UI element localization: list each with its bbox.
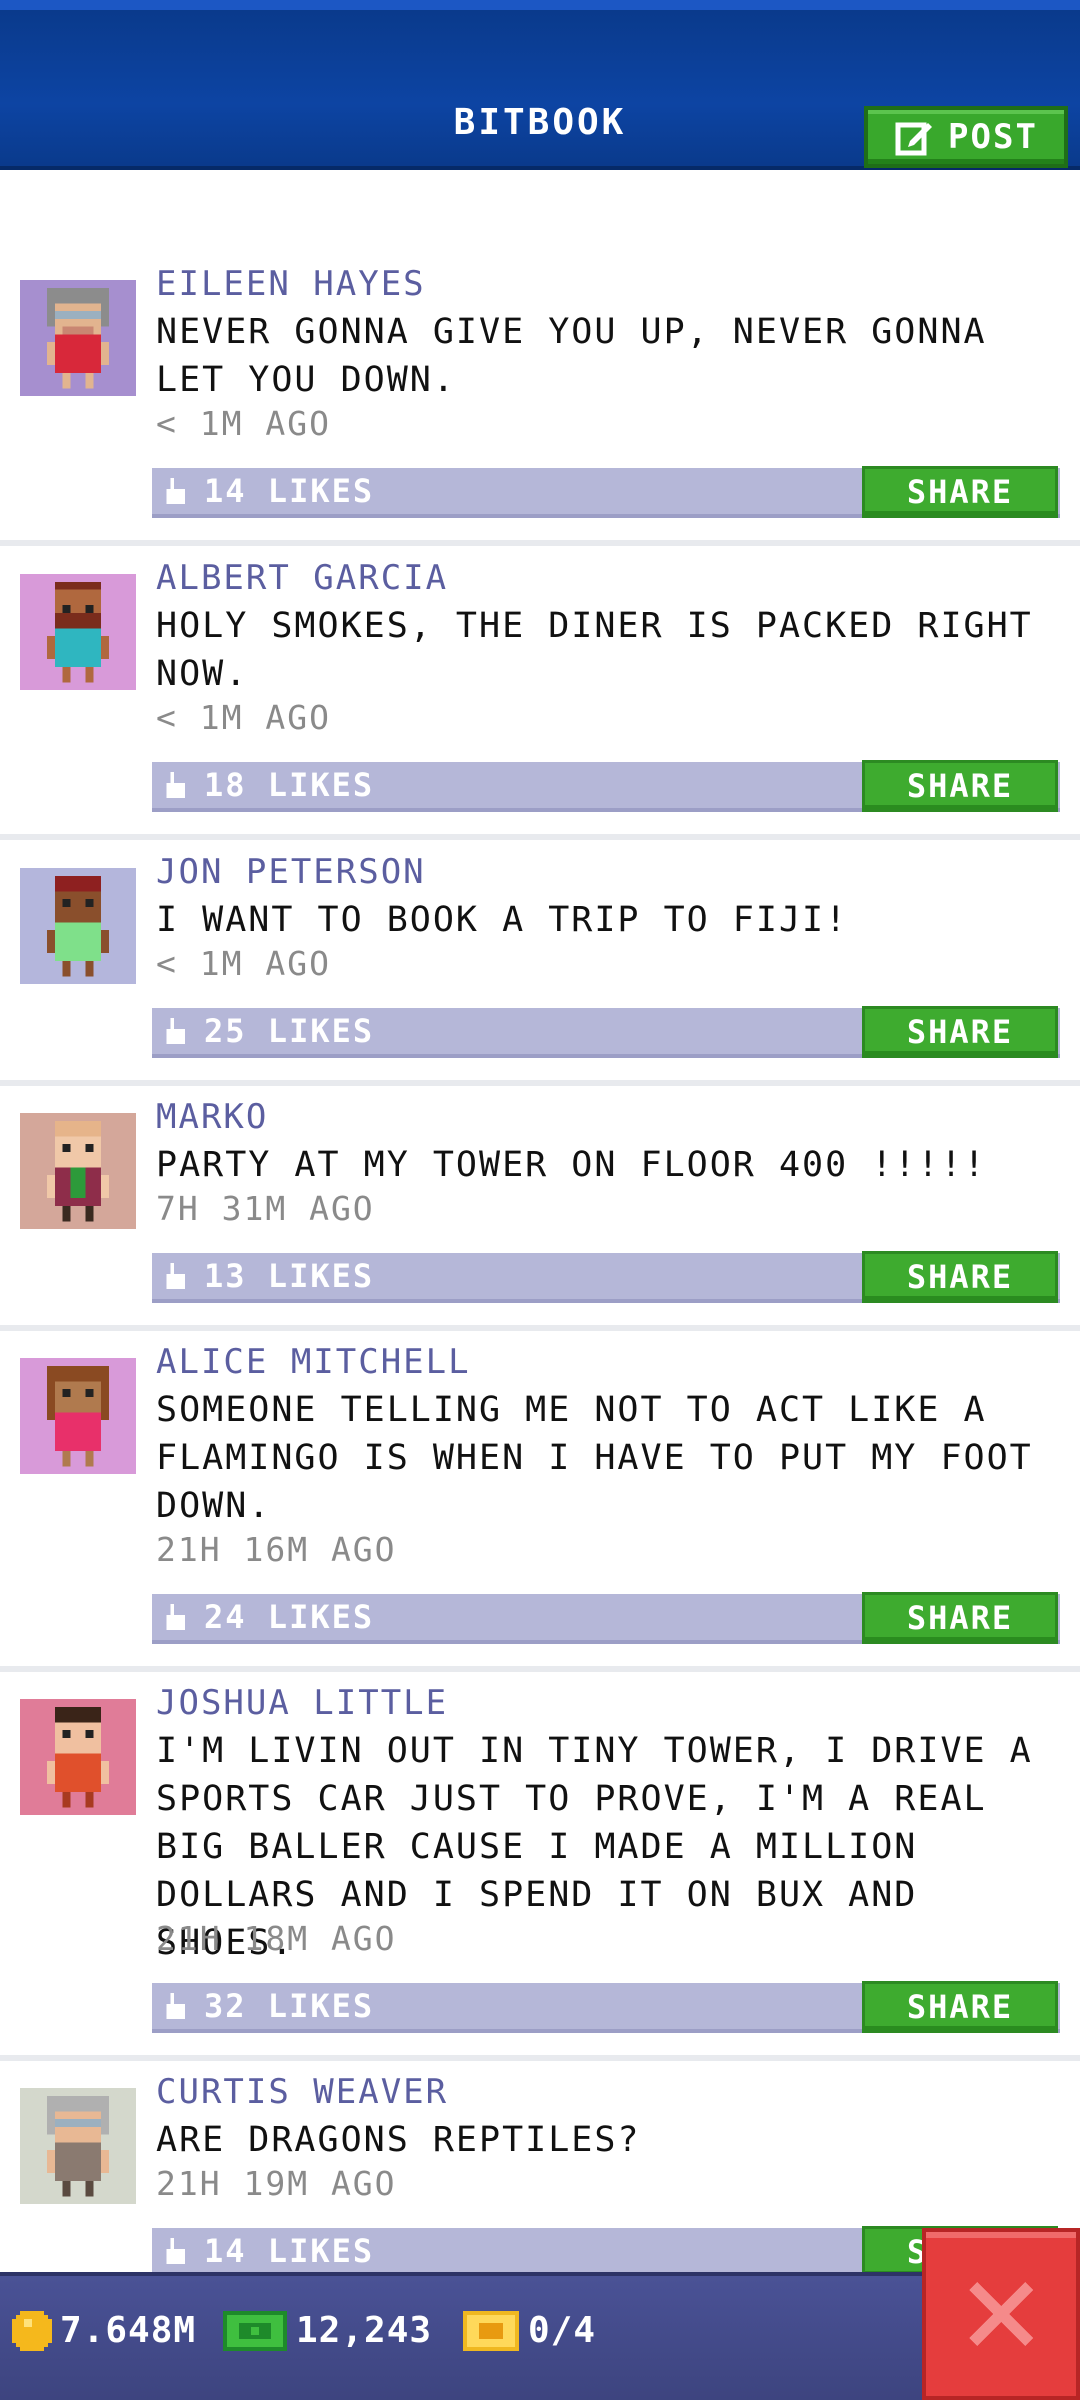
header-bar: BITBOOK POST bbox=[0, 0, 1080, 170]
avatar bbox=[20, 574, 136, 690]
bux-stat: 12,243 bbox=[222, 2310, 432, 2351]
coins-value: 7.648M bbox=[60, 2310, 197, 2351]
coin-icon bbox=[12, 2310, 52, 2351]
post-author[interactable]: MARKO bbox=[156, 1097, 268, 1137]
share-button[interactable]: SHARE bbox=[862, 1592, 1058, 1644]
likes-bar: 32 LIKES SHARE bbox=[152, 1981, 1060, 2033]
thumbs-up-icon bbox=[166, 2238, 186, 2264]
feed-post: EILEEN HAYES NEVER GONNA GIVE YOU UP, NE… bbox=[0, 264, 1080, 546]
post-message: ARE DRAGONS REPTILES? bbox=[156, 2120, 641, 2160]
feed-post: JOSHUA LITTLE I'M LIVIN OUT IN TINY TOWE… bbox=[0, 1683, 1080, 2061]
post-author[interactable]: JOSHUA LITTLE bbox=[156, 1683, 448, 1723]
post-time: < 1M AGO bbox=[156, 944, 331, 983]
tickets-value: 0/4 bbox=[528, 2310, 597, 2351]
share-button[interactable]: SHARE bbox=[862, 1006, 1058, 1058]
likes-bar: 14 LIKES SHARE bbox=[152, 466, 1060, 518]
edit-icon bbox=[895, 122, 933, 156]
avatar bbox=[20, 1699, 136, 1815]
thumbs-up-icon bbox=[166, 1993, 186, 2019]
share-button[interactable]: SHARE bbox=[862, 466, 1058, 518]
post-button-label: POST bbox=[948, 117, 1038, 157]
post-message: HOLY SMOKES, THE DINER IS PACKED RIGHT N… bbox=[156, 606, 1033, 694]
likes-count: 13 LIKES bbox=[204, 1257, 375, 1295]
post-time: 21H 16M AGO bbox=[156, 1530, 397, 1569]
feed-post: ALBERT GARCIA HOLY SMOKES, THE DINER IS … bbox=[0, 558, 1080, 840]
bux-icon bbox=[223, 2310, 287, 2351]
coins-stat: 7.648M bbox=[12, 2310, 196, 2351]
feed-post: MARKO PARTY AT MY TOWER ON FLOOR 400 !!!… bbox=[0, 1097, 1080, 1331]
bitbook-feed[interactable]: EILEEN HAYES NEVER GONNA GIVE YOU UP, NE… bbox=[0, 174, 1080, 2274]
likes-bar: 25 LIKES SHARE bbox=[152, 1006, 1060, 1058]
feed-post: ALICE MITCHELL SOMEONE TELLING ME NOT TO… bbox=[0, 1342, 1080, 1672]
post-time: 7H 31M AGO bbox=[156, 1189, 375, 1228]
post-author[interactable]: ALBERT GARCIA bbox=[156, 558, 448, 598]
likes-count: 18 LIKES bbox=[204, 766, 375, 804]
ticket-icon bbox=[463, 2310, 519, 2351]
thumbs-up-icon bbox=[166, 1018, 186, 1044]
post-message: NEVER GONNA GIVE YOU UP, NEVER GONNA LET… bbox=[156, 312, 987, 400]
avatar bbox=[20, 1358, 136, 1474]
avatar bbox=[20, 868, 136, 984]
likes-bar: 24 LIKES SHARE bbox=[152, 1592, 1060, 1644]
post-author[interactable]: EILEEN HAYES bbox=[156, 264, 426, 304]
post-message: SOMEONE TELLING ME NOT TO ACT LIKE A FLA… bbox=[156, 1390, 1033, 1526]
tickets-stat: 0/4 bbox=[462, 2310, 596, 2351]
avatar bbox=[20, 2088, 136, 2204]
feed-post: CURTIS WEAVER ARE DRAGONS REPTILES? 21H … bbox=[0, 2072, 1080, 2274]
likes-count: 14 LIKES bbox=[204, 2232, 375, 2270]
post-message: PARTY AT MY TOWER ON FLOOR 400 !!!!! bbox=[156, 1145, 987, 1185]
share-button[interactable]: SHARE bbox=[862, 1251, 1058, 1303]
close-icon bbox=[969, 2282, 1033, 2346]
thumbs-up-icon bbox=[166, 772, 186, 798]
bux-value: 12,243 bbox=[296, 2310, 433, 2351]
status-bar: 7.648M 12,243 0/4 bbox=[0, 2272, 1080, 2400]
post-time: < 1M AGO bbox=[156, 698, 331, 737]
thumbs-up-icon bbox=[166, 478, 186, 504]
post-time: 21H 19M AGO bbox=[156, 2164, 397, 2203]
likes-count: 24 LIKES bbox=[204, 1598, 375, 1636]
thumbs-up-icon bbox=[166, 1604, 186, 1630]
post-message: I WANT TO BOOK A TRIP TO FIJI! bbox=[156, 900, 849, 940]
post-author[interactable]: JON PETERSON bbox=[156, 852, 426, 892]
post-time: < 1M AGO bbox=[156, 404, 331, 443]
avatar bbox=[20, 280, 136, 396]
likes-count: 25 LIKES bbox=[204, 1012, 375, 1050]
feed-post: JON PETERSON I WANT TO BOOK A TRIP TO FI… bbox=[0, 852, 1080, 1086]
share-button[interactable]: SHARE bbox=[862, 760, 1058, 812]
likes-count: 32 LIKES bbox=[204, 1987, 375, 2025]
post-author[interactable]: ALICE MITCHELL bbox=[156, 1342, 471, 1382]
close-button[interactable] bbox=[922, 2228, 1080, 2400]
likes-bar: 18 LIKES SHARE bbox=[152, 760, 1060, 812]
post-author[interactable]: CURTIS WEAVER bbox=[156, 2072, 448, 2112]
post-time: 21H 18M AGO bbox=[156, 1919, 397, 1958]
post-button[interactable]: POST bbox=[864, 106, 1068, 168]
share-button[interactable]: SHARE bbox=[862, 1981, 1058, 2033]
thumbs-up-icon bbox=[166, 1263, 186, 1289]
avatar bbox=[20, 1113, 136, 1229]
likes-bar: 13 LIKES SHARE bbox=[152, 1251, 1060, 1303]
likes-count: 14 LIKES bbox=[204, 472, 375, 510]
